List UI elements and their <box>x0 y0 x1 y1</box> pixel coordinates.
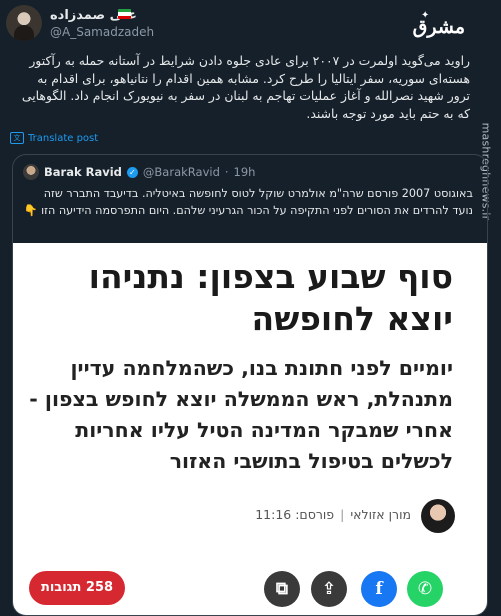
article-author: מורן אזולאי <box>350 507 411 522</box>
quoted-author-handle[interactable]: @BarakRavid <box>143 165 220 179</box>
facebook-icon[interactable]: f <box>361 571 397 607</box>
copy-icon[interactable]: ⧉ <box>264 571 300 607</box>
translate-icon: 文 <box>10 132 24 144</box>
article-author-avatar <box>421 499 455 533</box>
tweet-text: راوید می‌گوید اولمرت در ۲۰۰۷ برای عادی ج… <box>21 53 470 121</box>
logo-text: مشرق <box>412 16 465 38</box>
translate-post-link[interactable]: 文 Translate post <box>10 132 98 144</box>
author-avatar[interactable] <box>6 5 42 41</box>
share-icon[interactable]: ⇪ <box>311 571 347 607</box>
article-byline: מורן אזולאי|פורסם: 11:16 <box>25 499 455 533</box>
quoted-author-avatar[interactable] <box>23 164 39 180</box>
comments-button[interactable]: 258 תגובות <box>29 571 125 605</box>
quoted-tweet-text: באוגוסט 2007 פורסם שרה"מ אולמרט שוקל לטו… <box>23 187 473 217</box>
article-actions: 258 תגובות ⧉ ⇪ f ✆ <box>13 559 487 615</box>
quoted-tweet-header: Barak Ravid ✓ @BarakRavid · 19h <box>23 164 255 180</box>
verified-badge-icon: ✓ <box>126 166 138 178</box>
quoted-author-name[interactable]: Barak Ravid <box>44 165 122 179</box>
author-handle[interactable]: @A_Samadzadeh <box>50 25 154 39</box>
quoted-tweet[interactable]: Barak Ravid ✓ @BarakRavid · 19h באוגוסט … <box>12 154 488 616</box>
iran-flag-icon <box>118 9 131 19</box>
whatsapp-icon[interactable]: ✆ <box>407 571 443 607</box>
article-screenshot: סוף שבוע בצפון: נתניהו יוצא לחופשה יומיי… <box>13 243 487 615</box>
article-headline: סוף שבוע בצפון: נתניהו יוצא לחופשה <box>88 257 453 338</box>
article-subtitle: יומיים לפני חתונת בנו, כשהמלחמה עדיין מת… <box>29 356 453 473</box>
quoted-tweet-time[interactable]: 19h <box>234 165 256 179</box>
translate-label: Translate post <box>28 132 99 144</box>
article-published: פורסם: 11:16 <box>255 507 335 522</box>
mashregh-logo: ✦ مشرق <box>413 10 465 46</box>
